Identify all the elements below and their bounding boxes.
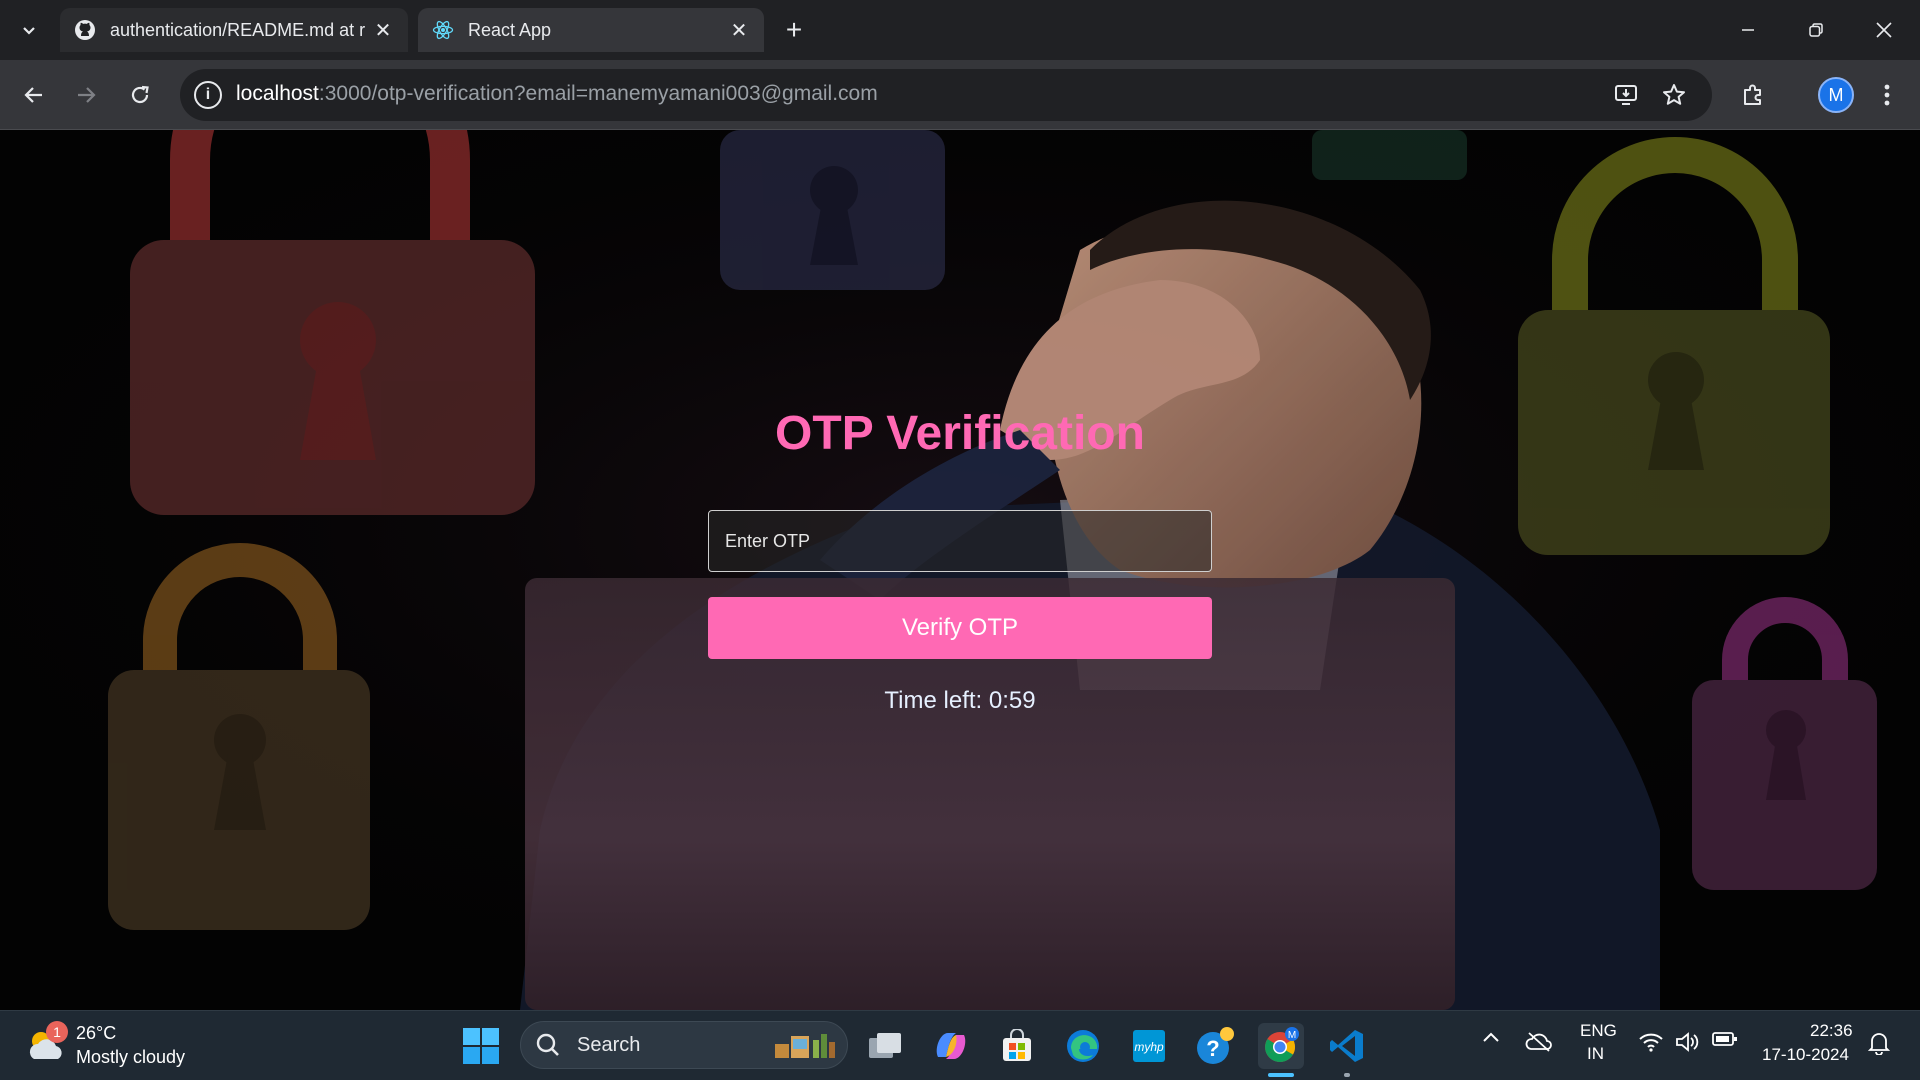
tab-strip: authentication/README.md at r ✕ React Ap… bbox=[0, 0, 1920, 60]
url-path: :3000/otp-verification?email=manemyamani… bbox=[318, 82, 878, 105]
get-help-icon: ? bbox=[1197, 1027, 1234, 1064]
copilot-icon bbox=[936, 1033, 966, 1059]
vscode-icon bbox=[1330, 1030, 1363, 1062]
restore-icon bbox=[1809, 23, 1823, 37]
chevron-up-icon bbox=[1483, 1032, 1499, 1042]
edge-app[interactable] bbox=[1060, 1023, 1106, 1069]
notification-bell-icon[interactable] bbox=[1864, 1031, 1894, 1055]
minimize-button[interactable] bbox=[1714, 0, 1782, 60]
tab-react-app[interactable]: React App ✕ bbox=[418, 8, 764, 52]
svg-text:myhp: myhp bbox=[1134, 1040, 1164, 1054]
new-tab-button[interactable]: + bbox=[776, 14, 812, 46]
region-indicator[interactable]: IN bbox=[1587, 1044, 1604, 1064]
myhp-app[interactable]: myhp bbox=[1126, 1023, 1172, 1069]
bookmark-star-icon[interactable] bbox=[1658, 79, 1690, 111]
page-viewport: OTP Verification Verify OTP Time left: 0… bbox=[0, 130, 1920, 1010]
close-icon[interactable]: ✕ bbox=[728, 19, 750, 42]
running-app-indicator bbox=[1344, 1073, 1350, 1077]
search-highlight-icon bbox=[775, 1034, 835, 1058]
onedrive-tray[interactable] bbox=[1522, 1031, 1556, 1053]
clock-date[interactable]: 17-10-2024 bbox=[1762, 1045, 1849, 1065]
chrome-icon: M bbox=[1265, 1027, 1299, 1063]
plus-icon: + bbox=[785, 14, 803, 45]
address-bar[interactable]: i localhost:3000/otp-verification?email=… bbox=[180, 69, 1712, 121]
minimize-icon bbox=[1742, 29, 1754, 31]
forward-button[interactable] bbox=[66, 75, 106, 115]
close-window-button[interactable] bbox=[1850, 0, 1918, 60]
weather-description: Mostly cloudy bbox=[76, 1047, 186, 1067]
page-title: OTP Verification bbox=[775, 407, 1145, 460]
github-icon bbox=[74, 19, 96, 41]
arrow-left-icon bbox=[24, 87, 42, 103]
close-icon[interactable]: ✕ bbox=[372, 19, 394, 42]
react-icon bbox=[432, 19, 454, 41]
battery-icon[interactable] bbox=[1710, 1031, 1740, 1047]
svg-text:?: ? bbox=[1206, 1036, 1219, 1061]
tab-search-button[interactable] bbox=[10, 12, 48, 48]
svg-text:M: M bbox=[1288, 1030, 1296, 1041]
countdown-timer: Time left: 0:59 bbox=[884, 687, 1036, 714]
taskbar-search[interactable]: Search bbox=[520, 1021, 848, 1069]
tab-label: authentication/README.md at r bbox=[110, 19, 366, 40]
url-host: localhost bbox=[236, 82, 319, 105]
edge-icon bbox=[1067, 1030, 1099, 1062]
microsoft-store-icon bbox=[1003, 1029, 1031, 1061]
chrome-app[interactable]: M bbox=[1258, 1023, 1304, 1069]
vscode-app[interactable] bbox=[1324, 1023, 1370, 1069]
install-app-icon[interactable] bbox=[1610, 79, 1642, 111]
language-indicator[interactable]: ENG bbox=[1580, 1021, 1617, 1041]
otp-input[interactable] bbox=[708, 510, 1212, 572]
weather-notification-badge: 1 bbox=[46, 1021, 68, 1043]
clock-time[interactable]: 22:36 bbox=[1810, 1021, 1853, 1041]
otp-verification-form: OTP Verification Verify OTP Time left: 0… bbox=[0, 130, 1920, 1010]
volume-icon[interactable] bbox=[1672, 1031, 1702, 1053]
start-icon[interactable] bbox=[462, 1027, 500, 1065]
reload-icon bbox=[131, 85, 149, 104]
menu-kebab-icon[interactable] bbox=[1868, 76, 1906, 114]
restore-button[interactable] bbox=[1782, 0, 1850, 60]
chevron-down-icon bbox=[23, 27, 35, 35]
verify-otp-button[interactable]: Verify OTP bbox=[708, 597, 1212, 659]
task-view-icon bbox=[869, 1033, 901, 1058]
search-icon bbox=[536, 1033, 559, 1056]
windows-taskbar: 1 26°C Mostly cloudy Search myhp ? M ENG… bbox=[0, 1010, 1920, 1080]
tab-label: React App bbox=[468, 19, 552, 40]
weather-temperature: 26°C bbox=[76, 1023, 117, 1043]
show-hidden-icons-button[interactable] bbox=[1476, 1031, 1506, 1043]
file-explorer-app[interactable] bbox=[862, 1023, 908, 1069]
browser-toolbar: i localhost:3000/otp-verification?email=… bbox=[0, 60, 1920, 130]
search-label: Search bbox=[577, 1034, 641, 1056]
arrow-right-icon bbox=[78, 87, 96, 103]
active-app-indicator bbox=[1268, 1073, 1294, 1077]
tab-github-readme[interactable]: authentication/README.md at r ✕ bbox=[60, 8, 408, 52]
copilot-app[interactable] bbox=[928, 1023, 974, 1069]
get-help-app[interactable]: ? bbox=[1192, 1023, 1238, 1069]
url-text[interactable]: localhost:3000/otp-verification?email=ma… bbox=[236, 82, 878, 106]
close-icon bbox=[1876, 22, 1892, 38]
microsoft-store-app[interactable] bbox=[994, 1023, 1040, 1069]
site-info-icon[interactable]: i bbox=[194, 81, 222, 109]
cloud-offline-icon bbox=[1525, 1032, 1552, 1052]
extensions-icon[interactable] bbox=[1734, 76, 1772, 114]
myhp-icon: myhp bbox=[1133, 1030, 1165, 1062]
wifi-icon[interactable] bbox=[1636, 1031, 1666, 1053]
profile-avatar[interactable]: M bbox=[1818, 77, 1854, 113]
back-button[interactable] bbox=[14, 75, 54, 115]
reload-button[interactable] bbox=[120, 75, 160, 115]
